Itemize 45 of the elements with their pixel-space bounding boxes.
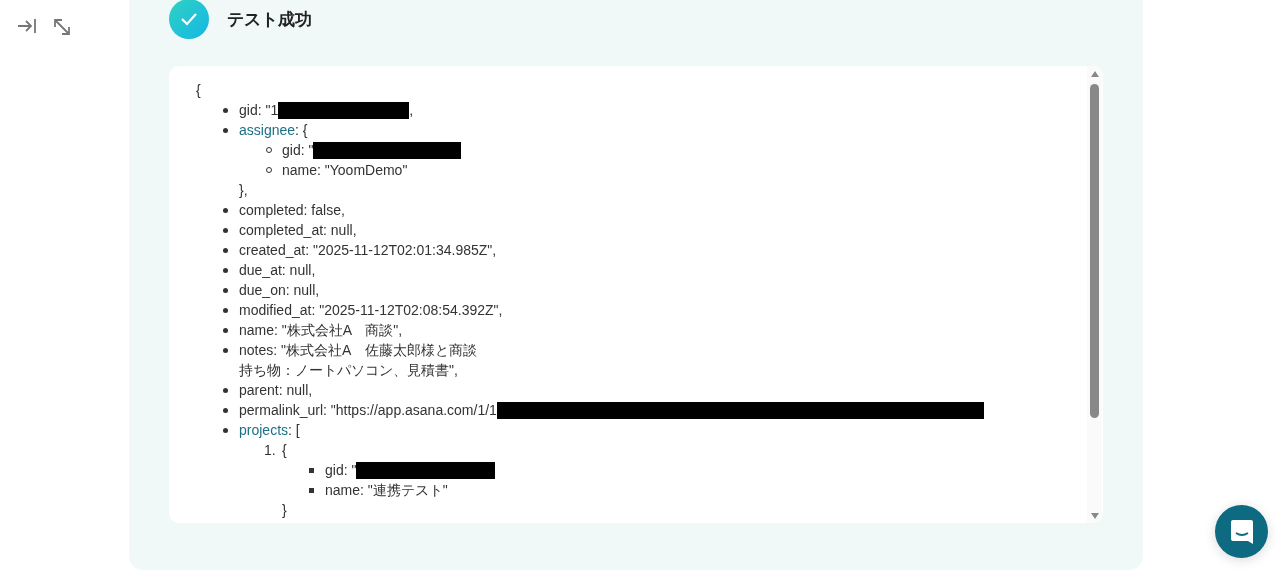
json-line: 持ち物：ノートパソコン、見積書",	[239, 361, 458, 380]
list-bullet	[223, 107, 228, 113]
list-bullet	[223, 127, 228, 133]
list-bullet	[223, 207, 228, 213]
json-line: completed_at: null,	[239, 221, 357, 240]
list-bullet	[223, 347, 228, 353]
list-bullet	[223, 427, 228, 433]
json-line: completed: false,	[239, 201, 345, 220]
chat-button[interactable]	[1215, 505, 1268, 558]
result-title: テスト成功	[227, 8, 312, 31]
list-bullet	[223, 307, 228, 313]
scrollbar[interactable]	[1087, 66, 1102, 523]
collapse-sidebar-icon[interactable]	[17, 17, 37, 35]
list-bullet	[223, 287, 228, 293]
json-line: {	[196, 81, 201, 100]
list-bullet	[223, 387, 228, 393]
list-bullet	[223, 407, 228, 413]
list-bullet	[223, 267, 228, 273]
json-line: name: "連携テスト"	[325, 481, 448, 500]
list-bullet	[223, 227, 228, 233]
json-line: created_at: "2025-11-12T02:01:34.985Z",	[239, 241, 497, 260]
json-line: due_at: null,	[239, 261, 316, 280]
json-line: due_on: null,	[239, 281, 320, 300]
json-line: gid: "	[282, 141, 314, 160]
json-line: parent: null,	[239, 381, 313, 400]
json-line: name: "株式会社A 商談",	[239, 321, 403, 340]
json-line: modified_at: "2025-11-12T02:08:54.392Z",	[239, 301, 503, 320]
json-line: },	[239, 181, 248, 200]
list-bullet	[223, 327, 228, 333]
json-line: gid: "	[325, 461, 357, 480]
list-bullet	[309, 467, 314, 473]
list-number: 1.	[264, 442, 276, 458]
json-line: }	[282, 501, 287, 520]
json-line: : [	[288, 421, 300, 440]
json-line: gid: "1	[239, 101, 279, 120]
json-line: {	[282, 441, 287, 460]
list-bullet	[309, 487, 314, 493]
list-bullet	[223, 247, 228, 253]
chat-icon	[1229, 518, 1254, 545]
json-line: permalink_url: "https://app.asana.com/1/1	[239, 401, 497, 420]
expand-icon[interactable]	[52, 17, 72, 37]
json-line: notes: "株式会社A 佐藤太郎様と商談	[239, 341, 477, 360]
json-line: : {	[295, 121, 308, 140]
json-line: name: "YoomDemo"	[282, 161, 408, 180]
json-line: ,	[409, 101, 414, 120]
